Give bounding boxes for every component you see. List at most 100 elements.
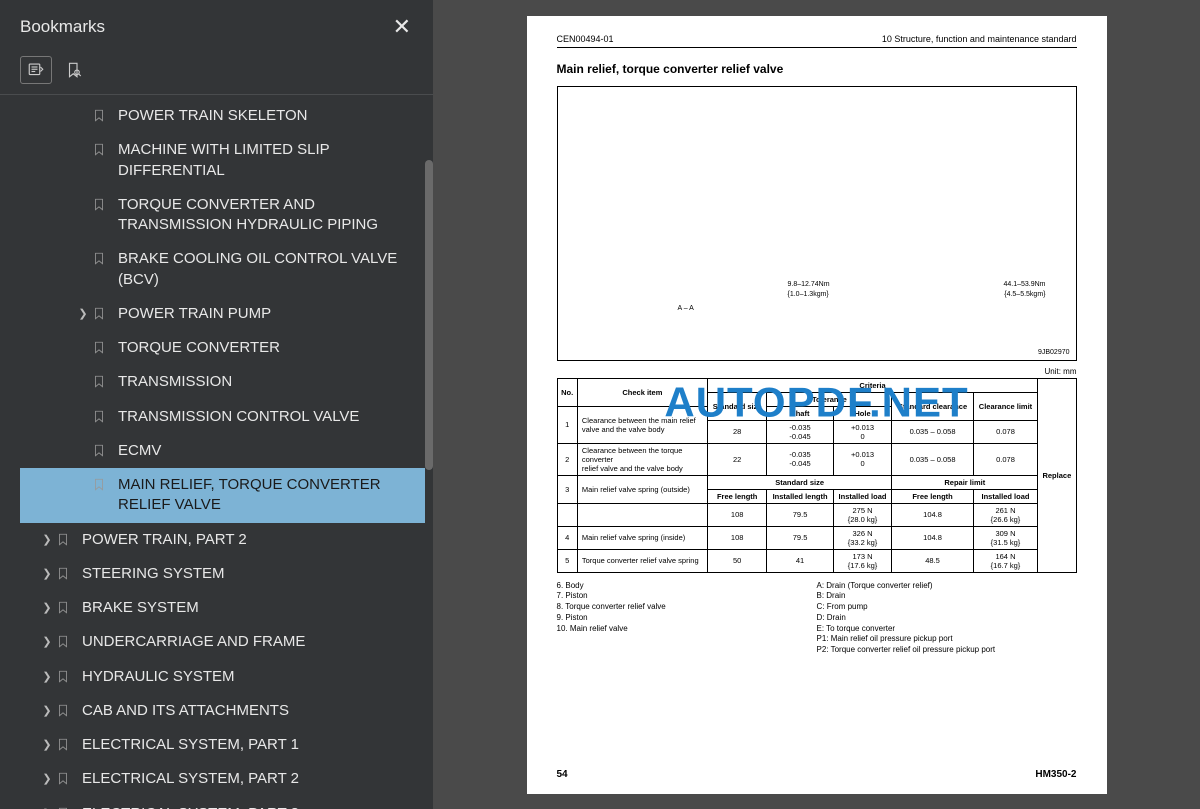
bookmark-item[interactable]: ❯ HYDRAULIC SYSTEM	[20, 660, 425, 694]
td: 50	[707, 549, 767, 572]
td: Clearance between the torque converter r…	[577, 443, 707, 475]
page-title: Main relief, torque converter relief val…	[557, 62, 1077, 76]
td: -0.035 -0.045	[767, 443, 833, 475]
bookmark-item[interactable]: POWER TRAIN SKELETON	[20, 99, 425, 133]
outline-options-button[interactable]	[20, 56, 52, 84]
bookmark-item[interactable]: ❯CAB AND ITS ATTACHMENTS	[20, 694, 425, 728]
chevron-right-icon[interactable]: ❯	[38, 601, 56, 616]
bookmark-item[interactable]: TORQUE CONVERTER	[20, 331, 425, 365]
bookmarks-sidebar: Bookmarks ✕ POWER TRAIN SKELETON MACHINE …	[0, 0, 433, 809]
td: 5	[557, 549, 577, 572]
td: Torque converter relief valve spring	[577, 549, 707, 572]
td: 79.5	[767, 503, 833, 526]
chevron-right-icon[interactable]: ❯	[38, 567, 56, 582]
bookmark-label: TRANSMISSION CONTROL VALVE	[118, 407, 421, 427]
bookmark-item[interactable]: TORQUE CONVERTER AND TRANSMISSION HYDRAU…	[20, 188, 425, 243]
bookmark-label: STEERING SYSTEM	[82, 564, 421, 584]
bookmark-label: BRAKE SYSTEM	[82, 598, 421, 618]
bookmark-item[interactable]: ❯ STEERING SYSTEM	[20, 557, 425, 591]
bookmark-label: UNDERCARRIAGE AND FRAME	[82, 632, 421, 652]
th-criteria: Criteria	[707, 378, 1037, 392]
bookmark-item[interactable]: TRANSMISSION CONTROL VALVE	[20, 400, 425, 434]
th-check: Check item	[577, 378, 707, 406]
td: Clearance between the main relief valve …	[577, 406, 707, 443]
bookmarks-list[interactable]: POWER TRAIN SKELETON MACHINE WITH LIMITED…	[0, 95, 433, 809]
sidebar-header: Bookmarks ✕	[0, 0, 433, 50]
th-stdclr: Standard clearance	[892, 392, 973, 420]
bookmark-icon	[92, 339, 108, 357]
chevron-right-icon[interactable]: ❯	[38, 704, 56, 719]
bookmark-item[interactable]: MACHINE WITH LIMITED SLIP DIFFERENTIAL	[20, 133, 425, 188]
chevron-right-icon[interactable]: ❯	[38, 533, 56, 548]
td: 0.078	[973, 420, 1037, 443]
legend-item: B: Drain	[817, 591, 1077, 602]
find-bookmark-button[interactable]	[58, 56, 90, 84]
bookmark-item[interactable]: ❯ BRAKE SYSTEM	[20, 591, 425, 625]
page-number: 54	[557, 769, 568, 780]
bookmark-item[interactable]: ECMV	[20, 434, 425, 468]
bookmark-item[interactable]: ❯ELECTRICAL SYSTEM, PART 2	[20, 762, 425, 796]
th: Free length	[707, 489, 767, 503]
bookmark-icon	[92, 196, 108, 214]
bookmark-icon	[56, 565, 72, 583]
legend-item: C: From pump	[817, 602, 1077, 613]
legend-item: 7. Piston	[557, 591, 817, 602]
th-shaft: Shaft	[767, 406, 833, 420]
section-label: A – A	[678, 305, 694, 312]
section-title: 10 Structure, function and maintenance s…	[882, 34, 1077, 44]
legend-item: 8. Torque converter relief valve	[557, 602, 817, 613]
bookmark-icon	[92, 408, 108, 426]
td: 4	[557, 526, 577, 549]
bookmark-item[interactable]: ❯ELECTRICAL SYSTEM, PART 1	[20, 728, 425, 762]
td: 2	[557, 443, 577, 475]
td: 28	[707, 420, 767, 443]
td: 104.8	[892, 526, 973, 549]
bookmark-label: TORQUE CONVERTER	[118, 338, 421, 358]
td: 3	[557, 475, 577, 503]
bookmark-item[interactable]: ❯ POWER TRAIN, PART 2	[20, 523, 425, 557]
bookmark-label: POWER TRAIN SKELETON	[118, 106, 421, 126]
bookmark-label: POWER TRAIN, PART 2	[82, 530, 421, 550]
unit-label: Unit: mm	[557, 367, 1077, 376]
bookmark-icon	[56, 531, 72, 549]
spec-table: No. Check item Criteria Replace Standard…	[557, 378, 1077, 573]
td: 79.5	[767, 526, 833, 549]
td: 261 N {26.6 kg}	[973, 503, 1037, 526]
td: 0.035 – 0.058	[892, 443, 973, 475]
model-code: HM350-2	[1035, 769, 1076, 780]
bookmark-icon	[92, 141, 108, 159]
bookmark-label: BRAKE COOLING OIL CONTROL VALVE (BCV)	[118, 249, 421, 290]
td: Main relief valve spring (outside)	[577, 475, 707, 503]
bookmark-item[interactable]: ❯ELECTRICAL SYSTEM, PART 3	[20, 797, 425, 809]
document-page: CEN00494-01 10 Structure, function and m…	[527, 16, 1107, 794]
bookmark-item[interactable]: ❯ UNDERCARRIAGE AND FRAME	[20, 625, 425, 659]
chevron-right-icon[interactable]: ❯	[38, 738, 56, 753]
chevron-right-icon[interactable]: ❯	[38, 670, 56, 685]
legend-item: 9. Piston	[557, 613, 817, 624]
bookmark-item[interactable]: BRAKE COOLING OIL CONTROL VALVE (BCV)	[20, 242, 425, 297]
doc-code: CEN00494-01	[557, 34, 614, 44]
td: +0.013 0	[833, 443, 892, 475]
bookmark-label: HYDRAULIC SYSTEM	[82, 667, 421, 687]
scrollbar-thumb[interactable]	[425, 160, 433, 470]
torque-1b: {1.0–1.3kgm}	[788, 291, 829, 298]
bookmark-label: TRANSMISSION	[118, 372, 421, 392]
td: 1	[557, 406, 577, 443]
close-icon[interactable]: ✕	[387, 12, 417, 42]
td: 108	[707, 503, 767, 526]
bookmark-label: TORQUE CONVERTER AND TRANSMISSION HYDRAU…	[118, 195, 421, 236]
bookmark-icon	[56, 770, 72, 788]
chevron-right-icon[interactable]: ❯	[74, 307, 92, 322]
chevron-right-icon[interactable]: ❯	[38, 772, 56, 787]
torque-1a: 9.8–12.74Nm	[788, 281, 830, 288]
bookmark-label: MACHINE WITH LIMITED SLIP DIFFERENTIAL	[118, 140, 421, 181]
th: Standard size	[707, 475, 891, 489]
chevron-right-icon[interactable]: ❯	[38, 635, 56, 650]
bookmark-item[interactable]: MAIN RELIEF, TORQUE CONVERTER RELIEF VAL…	[20, 468, 425, 523]
td: 0.035 – 0.058	[892, 420, 973, 443]
th: Installed load	[973, 489, 1037, 503]
bookmark-item[interactable]: ❯POWER TRAIN PUMP	[20, 297, 425, 331]
bookmark-icon	[92, 250, 108, 268]
bookmark-item[interactable]: TRANSMISSION	[20, 365, 425, 399]
legend-item: 10. Main relief valve	[557, 624, 817, 635]
